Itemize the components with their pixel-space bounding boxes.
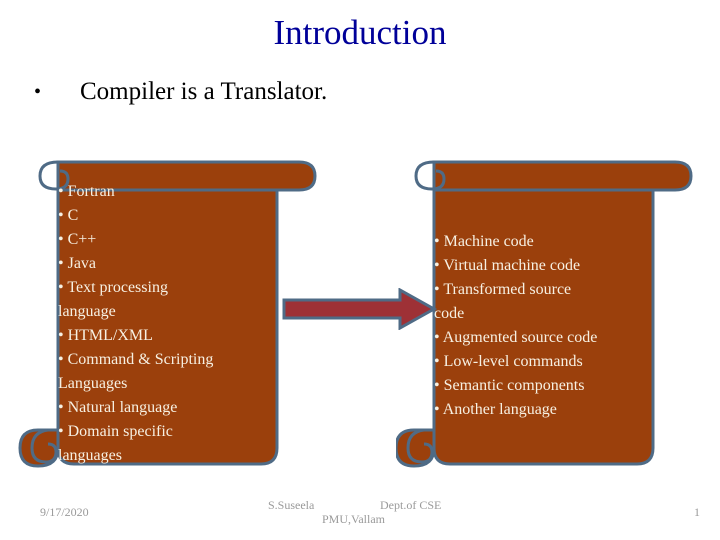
target-outputs-scroll: • Machine code • Virtual machine code • …	[396, 158, 702, 478]
slide-title: Introduction	[273, 13, 447, 52]
source-languages-scroll: • Fortran • C • C++ • Java • Text proces…	[18, 158, 326, 478]
presentation-slide: Introduction • Compiler is a Translator. …	[0, 0, 720, 540]
footer-organization: PMU,Vallam	[322, 512, 385, 526]
main-bullet-line: • Compiler is a Translator.	[34, 76, 674, 108]
target-outputs-list: • Machine code • Virtual machine code • …	[434, 233, 598, 418]
bullet-marker-icon: •	[34, 81, 42, 103]
main-bullet-text: Compiler is a Translator.	[80, 78, 328, 105]
footer-date: 9/17/2020	[40, 505, 89, 519]
footer-page-number: 1	[694, 505, 700, 519]
right-arrow-icon	[282, 288, 438, 330]
translation-arrow	[282, 288, 438, 330]
footer-department: Dept.of CSE	[380, 498, 442, 512]
footer-author: S.Suseela	[268, 498, 315, 512]
source-languages-list: • Fortran • C • C++ • Java • Text proces…	[58, 183, 214, 464]
